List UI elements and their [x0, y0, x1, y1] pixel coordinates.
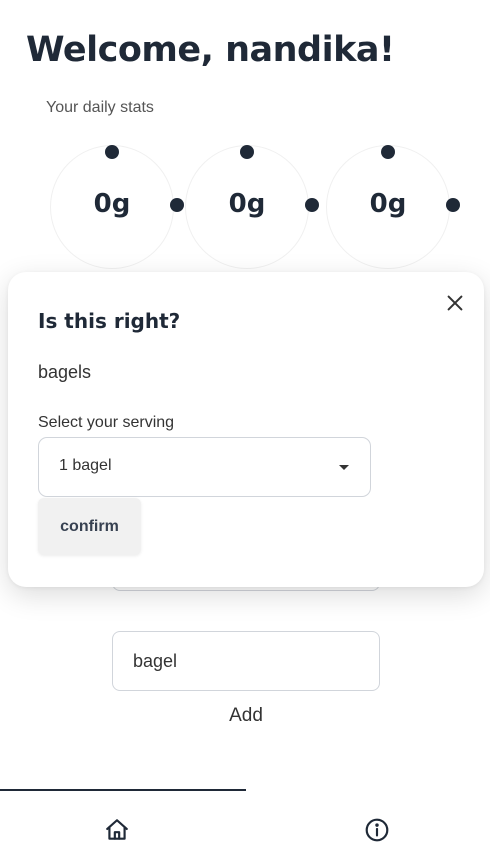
stat-ring-2: 0g — [185, 145, 319, 269]
ring-marker-dot — [170, 198, 184, 212]
stat-value: 0g — [228, 189, 266, 219]
serving-label: Select your serving — [38, 414, 175, 431]
stat-value: 0g — [369, 189, 407, 219]
ring-marker-dot — [105, 145, 119, 159]
close-icon — [447, 295, 463, 311]
caret-down-icon — [339, 465, 349, 470]
food-name: bagels — [38, 362, 92, 382]
confirm-food-dialog: Is this right? bagels Select your servin… — [8, 272, 484, 587]
daily-stats-label: Your daily stats — [46, 99, 154, 116]
stat-ring-3: 0g — [326, 145, 460, 269]
nav-active-indicator — [0, 789, 246, 791]
serving-selected-value: 1 bagel — [59, 457, 112, 474]
stat-value: 0g — [93, 189, 131, 219]
food-input[interactable]: bagel — [112, 631, 380, 691]
serving-select[interactable]: 1 bagel — [38, 437, 371, 497]
ring-marker-dot — [381, 145, 395, 159]
confirm-button[interactable]: confirm — [38, 498, 141, 555]
nav-info-button[interactable] — [364, 817, 390, 843]
ring-marker-dot — [240, 145, 254, 159]
add-button[interactable]: Add — [196, 705, 296, 727]
ring-marker-dot — [446, 198, 460, 212]
dialog-title: Is this right? — [38, 309, 181, 333]
page-title: Welcome, nandika! — [26, 30, 395, 70]
stat-ring-1: 0g — [50, 145, 184, 269]
ring-marker-dot — [305, 198, 319, 212]
info-icon — [365, 818, 389, 842]
close-button[interactable] — [444, 292, 466, 314]
home-icon — [106, 819, 128, 840]
nav-home-button[interactable] — [104, 817, 130, 843]
